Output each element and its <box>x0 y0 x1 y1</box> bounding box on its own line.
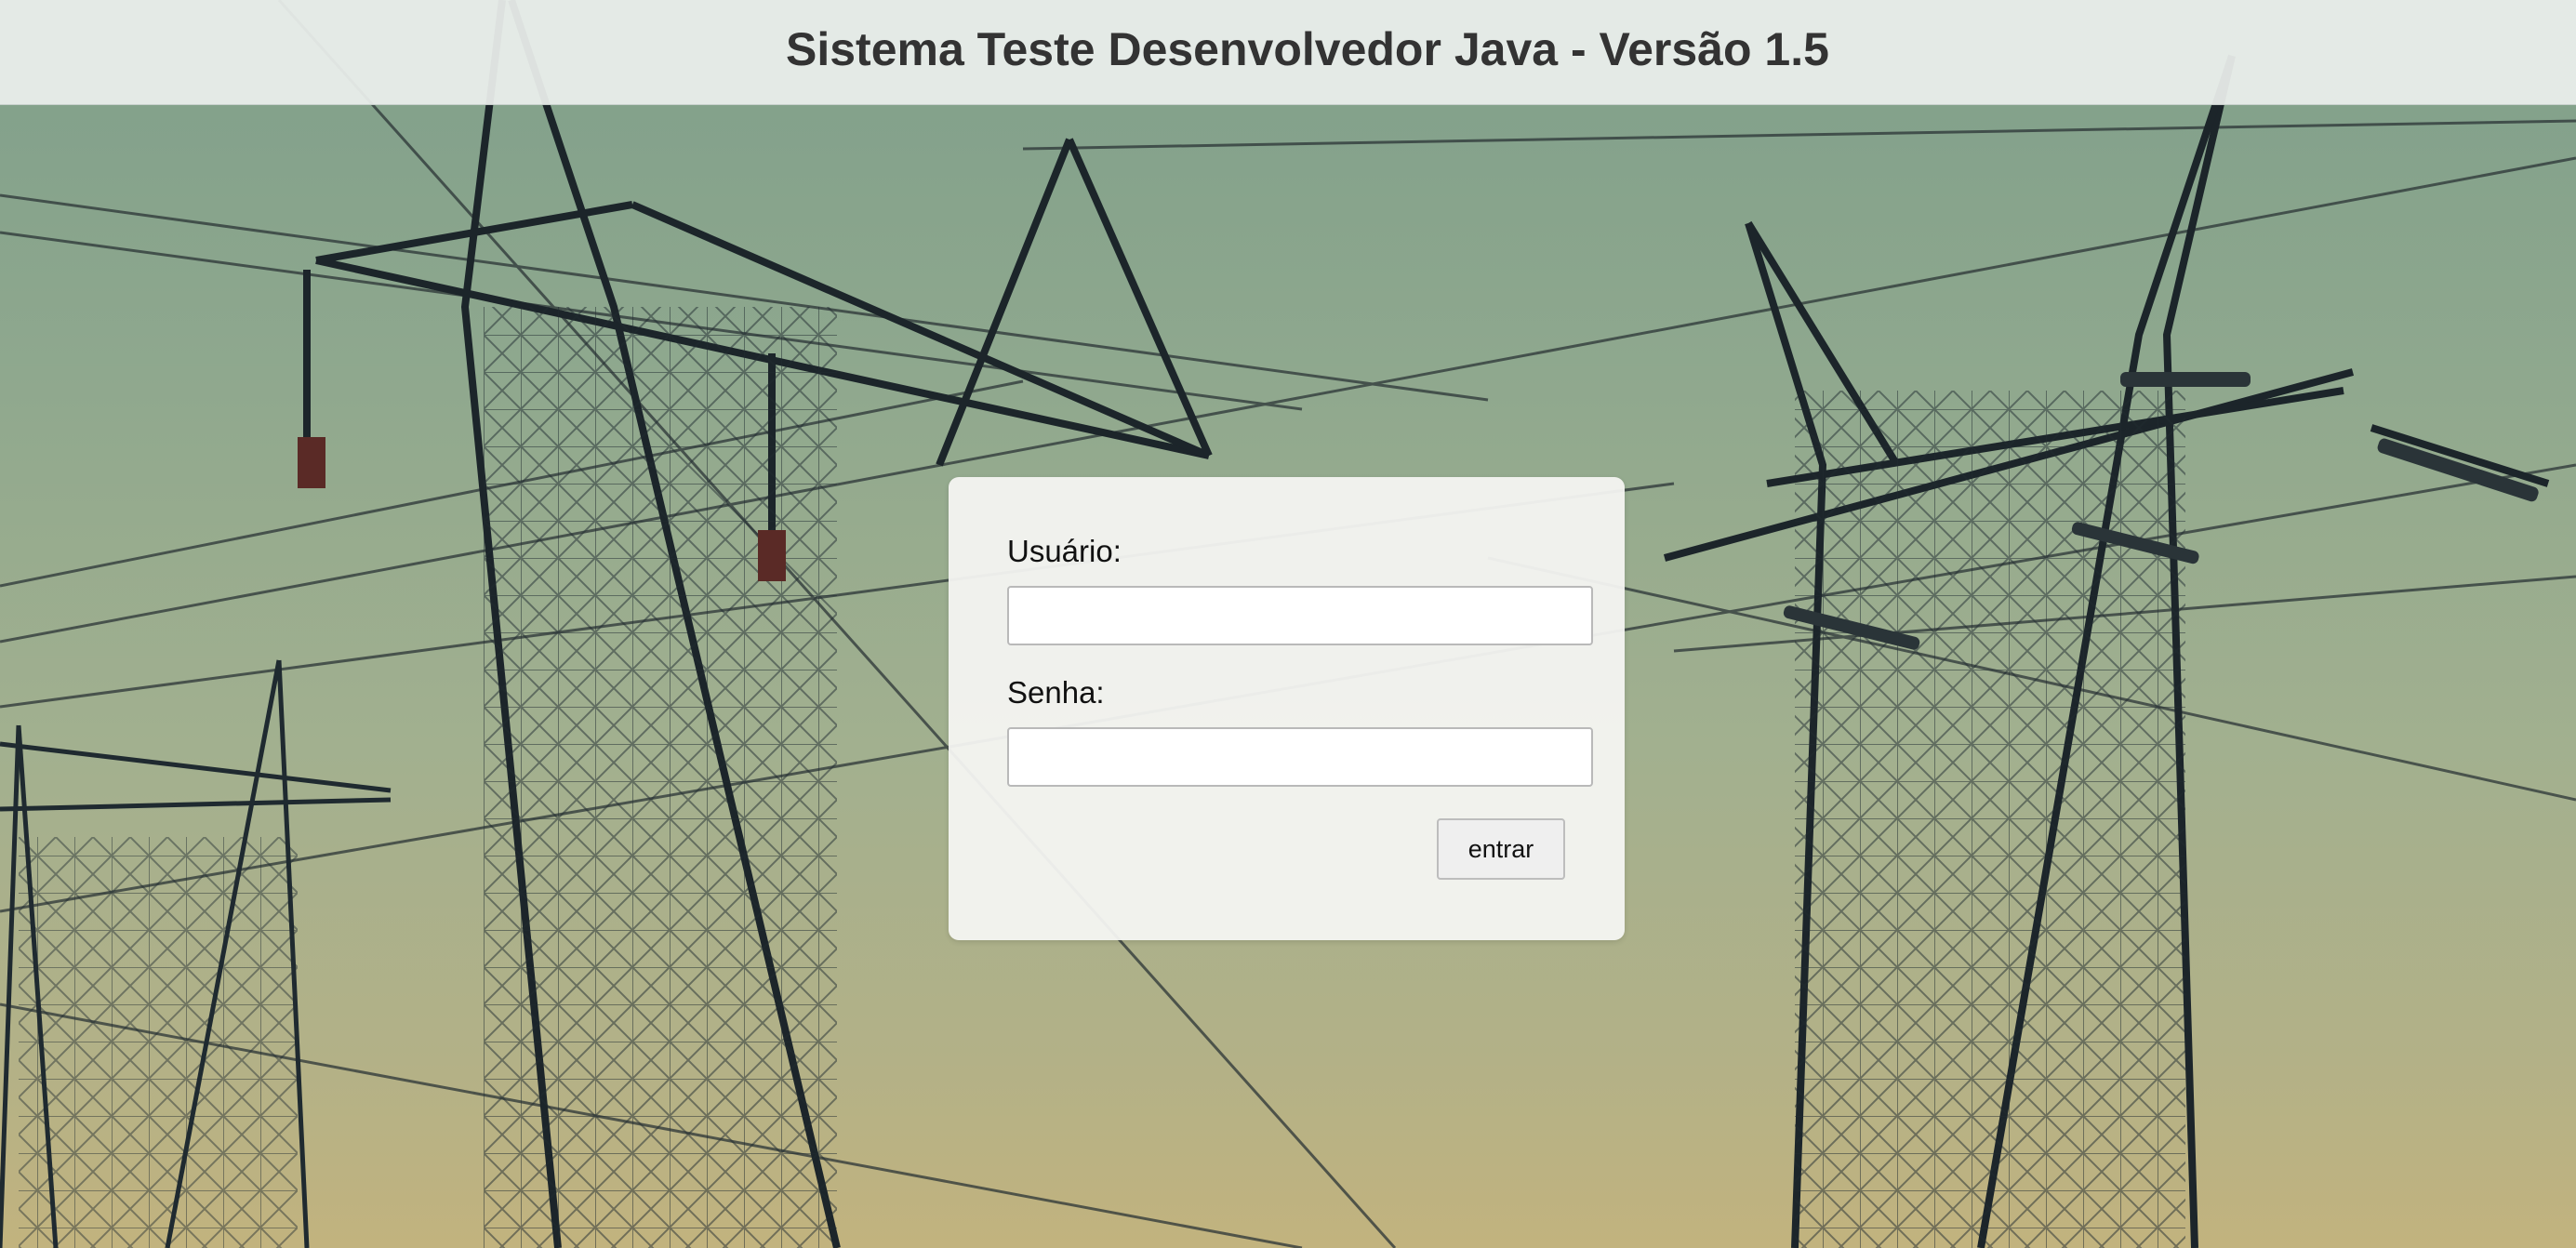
login-form: Usuário: Senha: entrar <box>949 477 1625 940</box>
username-label: Usuário: <box>1007 534 1122 568</box>
page-title: Sistema Teste Desenvolvedor Java - Versã… <box>786 23 1829 75</box>
login-button[interactable]: entrar <box>1437 818 1565 880</box>
password-input[interactable] <box>1007 727 1593 787</box>
header-bar: Sistema Teste Desenvolvedor Java - Versã… <box>0 0 2576 105</box>
password-label: Senha: <box>1007 675 1105 710</box>
page: Sistema Teste Desenvolvedor Java - Versã… <box>0 0 2576 1248</box>
username-input[interactable] <box>1007 586 1593 645</box>
